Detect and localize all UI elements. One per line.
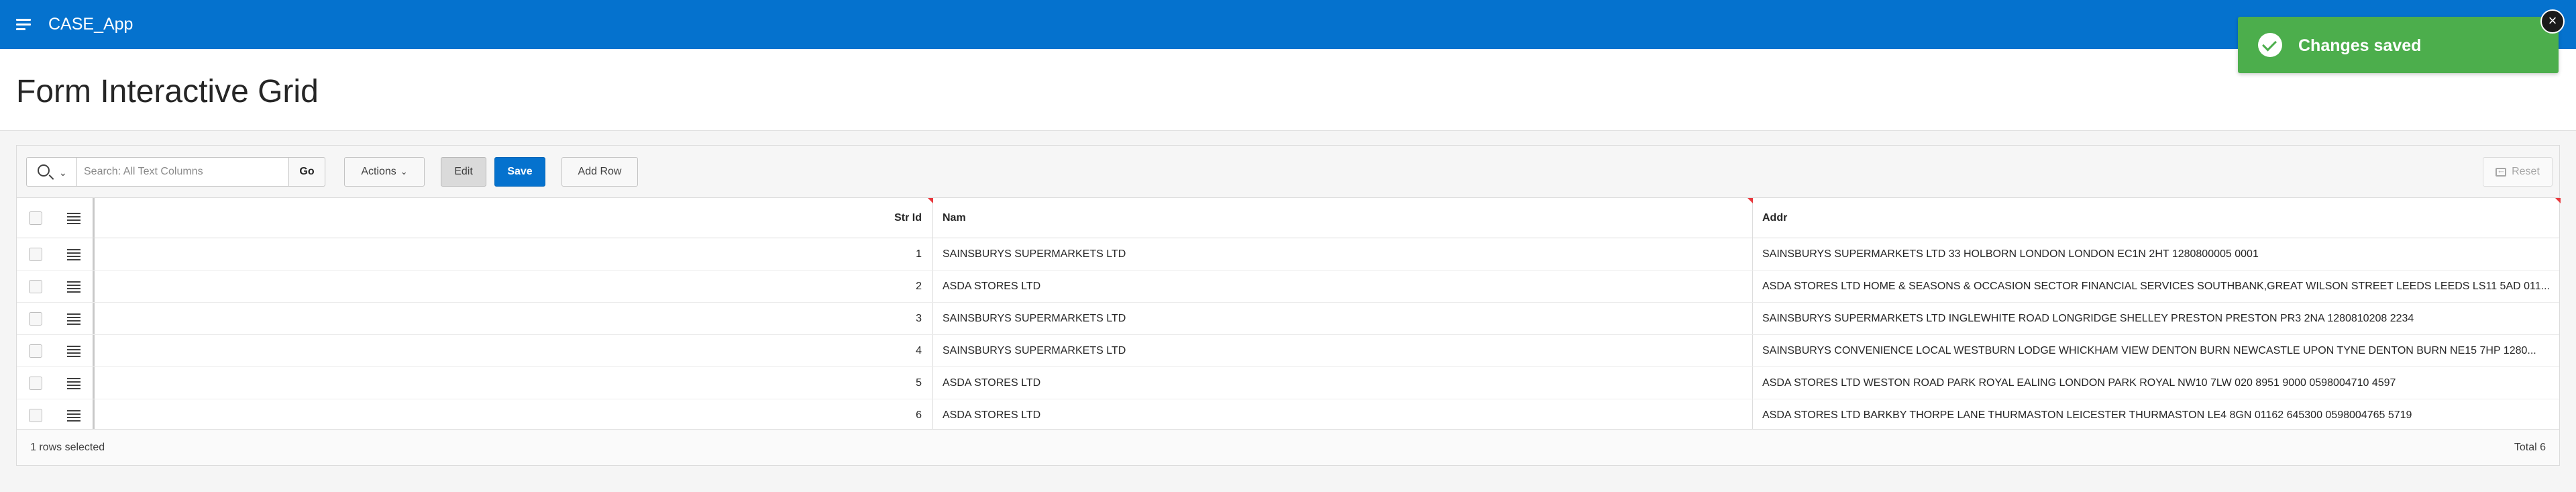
changed-column-marker	[928, 198, 933, 203]
cell-str-id[interactable]: 4	[95, 335, 933, 366]
cell-str-id[interactable]: 6	[95, 399, 933, 431]
success-toast: Changes saved	[2238, 17, 2559, 73]
select-all-cell	[17, 198, 54, 238]
table-row[interactable]: 6 ASDA STORES LTD ASDA STORES LTD BARKBY…	[17, 399, 2559, 432]
cell-nam[interactable]: SAINSBURYS SUPERMARKETS LTD	[933, 238, 1753, 270]
column-search-button[interactable]: ⌄	[26, 157, 77, 187]
edit-button[interactable]: Edit	[441, 157, 486, 187]
cell-addr[interactable]: ASDA STORES LTD BARKBY THORPE LANE THURM…	[1753, 399, 2561, 431]
table-row[interactable]: 4 SAINSBURYS SUPERMARKETS LTD SAINSBURYS…	[17, 335, 2559, 367]
grid-header-row: Str Id Nam Addr	[17, 198, 2561, 238]
cell-addr[interactable]: SAINSBURYS CONVENIENCE LOCAL WESTBURN LO…	[1753, 335, 2561, 366]
row-actions-cell	[54, 303, 95, 334]
row-menu-icon[interactable]	[66, 281, 80, 293]
column-header-label: Nam	[943, 211, 966, 224]
row-actions-cell	[54, 335, 95, 366]
check-circle-icon	[2258, 33, 2282, 57]
save-button[interactable]: Save	[494, 157, 545, 187]
page-title: Form Interactive Grid	[16, 74, 319, 109]
row-checkbox[interactable]	[29, 376, 42, 390]
cell-addr[interactable]: ASDA STORES LTD WESTON ROAD PARK ROYAL E…	[1753, 367, 2561, 399]
cell-addr[interactable]: SAINSBURYS SUPERMARKETS LTD INGLEWHITE R…	[1753, 303, 2561, 334]
total-count: Total 6	[2514, 442, 2546, 453]
table-row[interactable]: 3 SAINSBURYS SUPERMARKETS LTD SAINSBURYS…	[17, 303, 2559, 335]
interactive-grid: ⌄ Go Actions ⌄ Edit Save Add Row Reset S…	[16, 145, 2561, 466]
app-header: CASE_App	[0, 0, 2576, 49]
row-actions-cell	[54, 238, 95, 270]
search-group: ⌄ Go	[26, 157, 325, 187]
chevron-down-icon: ⌄	[59, 167, 67, 178]
row-actions-header	[54, 198, 95, 238]
toast-message: Changes saved	[2298, 36, 2422, 55]
cell-str-id[interactable]: 2	[95, 270, 933, 302]
title-region: Form Interactive Grid	[0, 49, 2576, 131]
cell-nam[interactable]: SAINSBURYS SUPERMARKETS LTD	[933, 335, 1753, 366]
row-select-cell	[17, 303, 54, 334]
column-header-label: Str Id	[894, 211, 922, 224]
cell-addr[interactable]: ASDA STORES LTD HOME & SEASONS & OCCASIO…	[1753, 270, 2561, 302]
cell-nam[interactable]: ASDA STORES LTD	[933, 399, 1753, 431]
chevron-down-icon: ⌄	[400, 166, 408, 177]
row-menu-icon[interactable]	[66, 377, 80, 389]
app-title[interactable]: CASE_App	[48, 15, 133, 34]
row-checkbox[interactable]	[29, 279, 42, 293]
search-icon	[38, 164, 50, 177]
row-select-cell	[17, 270, 54, 302]
close-icon[interactable]: ×	[2540, 9, 2565, 34]
row-checkbox[interactable]	[29, 247, 42, 261]
table-row[interactable]: 1 SAINSBURYS SUPERMARKETS LTD SAINSBURYS…	[17, 238, 2559, 270]
grid-footer: 1 rows selected Total 6	[17, 429, 2559, 465]
actions-button[interactable]: Actions ⌄	[344, 157, 425, 187]
cell-nam[interactable]: ASDA STORES LTD	[933, 367, 1753, 399]
changed-column-marker	[2555, 198, 2561, 203]
cell-nam[interactable]: ASDA STORES LTD	[933, 270, 1753, 302]
row-menu-icon[interactable]	[66, 212, 80, 224]
row-actions-cell	[54, 270, 95, 302]
cell-str-id[interactable]: 3	[95, 303, 933, 334]
reset-label: Reset	[2512, 166, 2540, 177]
row-menu-icon[interactable]	[66, 345, 80, 357]
row-select-cell	[17, 399, 54, 431]
changed-column-marker	[1748, 198, 1753, 203]
row-select-cell	[17, 238, 54, 270]
column-header-nam[interactable]: Nam	[933, 198, 1753, 238]
reset-button[interactable]: Reset	[2483, 157, 2553, 187]
select-all-checkbox[interactable]	[29, 211, 42, 225]
grid-toolbar: ⌄ Go Actions ⌄ Edit Save Add Row Reset	[17, 146, 2559, 198]
row-actions-cell	[54, 399, 95, 431]
search-input[interactable]	[77, 157, 289, 187]
reset-icon	[2496, 165, 2507, 177]
column-header-str-id[interactable]: Str Id	[95, 198, 933, 238]
row-select-cell	[17, 335, 54, 366]
table-row[interactable]: 2 ASDA STORES LTD ASDA STORES LTD HOME &…	[17, 270, 2559, 303]
row-menu-icon[interactable]	[66, 248, 80, 260]
go-button[interactable]: Go	[289, 157, 325, 187]
cell-str-id[interactable]: 1	[95, 238, 933, 270]
actions-label: Actions	[361, 166, 396, 177]
row-menu-icon[interactable]	[66, 409, 80, 422]
row-checkbox[interactable]	[29, 311, 42, 326]
selected-count: 1 rows selected	[30, 442, 105, 453]
row-actions-cell	[54, 367, 95, 399]
cell-nam[interactable]: SAINSBURYS SUPERMARKETS LTD	[933, 303, 1753, 334]
row-checkbox[interactable]	[29, 408, 42, 422]
column-header-addr[interactable]: Addr	[1753, 198, 2561, 238]
row-select-cell	[17, 367, 54, 399]
row-menu-icon[interactable]	[66, 313, 80, 325]
table-row[interactable]: 5 ASDA STORES LTD ASDA STORES LTD WESTON…	[17, 367, 2559, 399]
hamburger-menu-icon[interactable]	[15, 16, 32, 34]
cell-str-id[interactable]: 5	[95, 367, 933, 399]
row-checkbox[interactable]	[29, 344, 42, 358]
cell-addr[interactable]: SAINSBURYS SUPERMARKETS LTD 33 HOLBORN L…	[1753, 238, 2561, 270]
add-row-button[interactable]: Add Row	[561, 157, 638, 187]
